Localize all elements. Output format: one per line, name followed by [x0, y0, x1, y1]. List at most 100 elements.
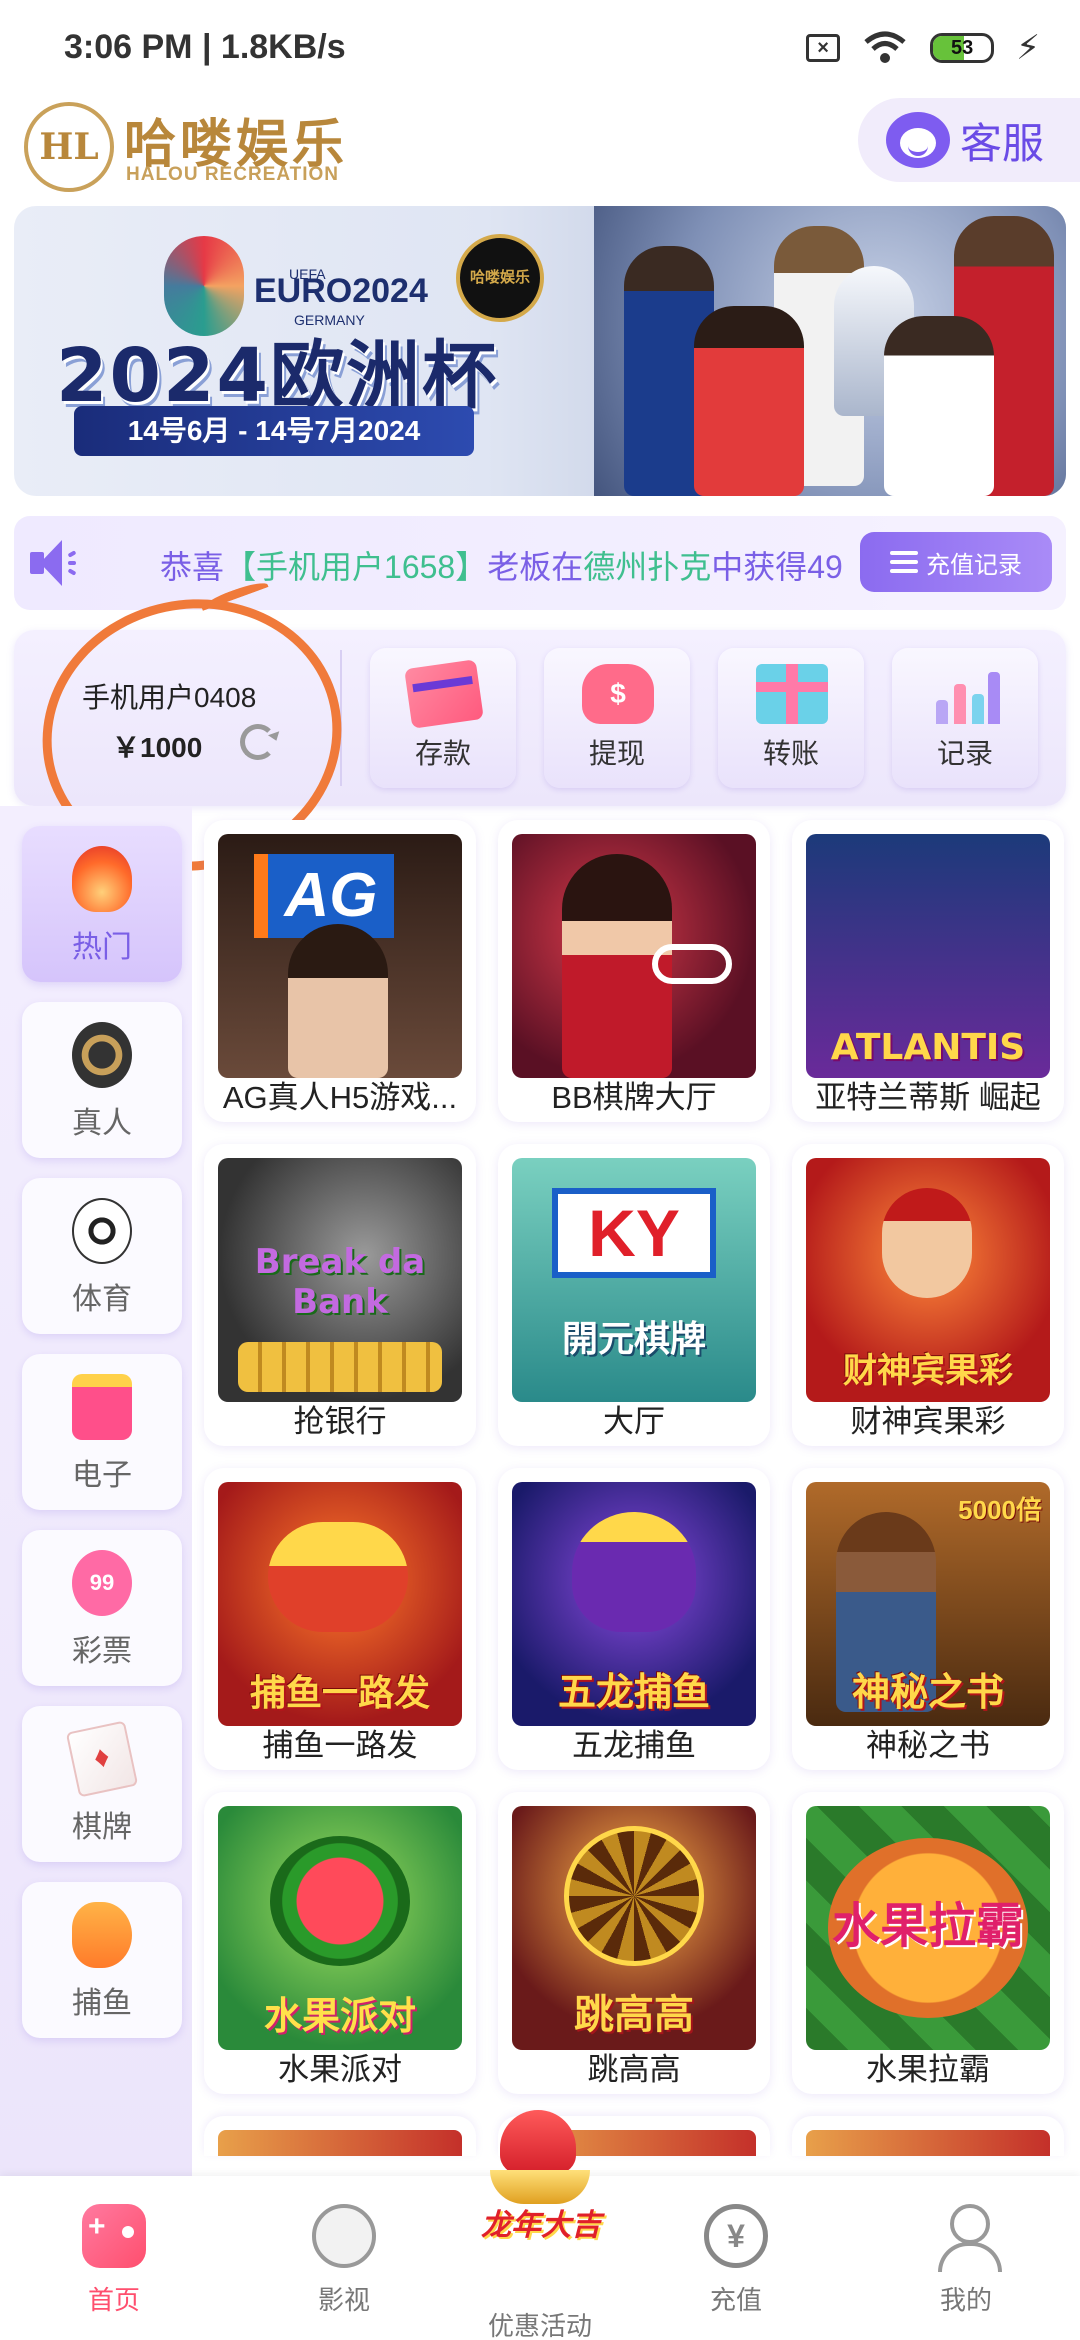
sim-off-icon: ×: [806, 34, 841, 62]
game-card[interactable]: 水果拉霸 水果拉霸: [792, 1792, 1064, 2094]
game-thumbnail: [512, 834, 756, 1078]
category-sidebar: 热门 真人 体育 电子 99 彩票 ♦ 棋牌 捕鱼: [0, 806, 192, 2176]
withdraw-button[interactable]: $ 提现: [544, 648, 690, 788]
category-hot[interactable]: 热门: [22, 826, 182, 982]
euro-brand: EURO2024: [254, 272, 428, 310]
game-thumbnail: 水果派对: [218, 1806, 462, 2050]
game-art-text: 水果拉霸: [831, 1900, 1024, 1953]
game-art-text: 神秘之书: [851, 1670, 1004, 1714]
recharge-record-button[interactable]: 充值记录: [860, 532, 1052, 592]
deposit-label: 存款: [414, 738, 471, 769]
tab-label: 影视: [317, 2285, 370, 2315]
game-card-partial[interactable]: [204, 2116, 476, 2156]
records-button[interactable]: 记录: [892, 648, 1038, 788]
game-card[interactable]: ATLANTIS 亚特兰蒂斯 崛起: [792, 820, 1064, 1122]
tab-label: 首页: [87, 2285, 140, 2315]
tab-label: 我的: [939, 2285, 992, 2315]
game-title: AG真人H5游戏...: [222, 1080, 458, 1115]
game-thumbnail: 财神宾果彩: [806, 1158, 1050, 1402]
game-title: 亚特兰蒂斯 崛起: [815, 1080, 1041, 1115]
game-title: 神秘之书: [866, 1728, 990, 1763]
category-live[interactable]: 真人: [22, 1002, 182, 1158]
tab-home[interactable]: 首页: [6, 2176, 222, 2340]
game-art-text: ATLANTIS: [830, 1027, 1026, 1068]
refresh-icon[interactable]: [240, 724, 276, 760]
category-label: 真人: [72, 1107, 132, 1140]
status-bar: 3:06 PM | 1.8KB/s × 53 ⚡: [0, 0, 1080, 92]
game-card[interactable]: Break da Bank 抢银行: [204, 1144, 476, 1446]
dragon-promo-icon: [500, 2110, 576, 2174]
game-card[interactable]: 跳高高 跳高高: [498, 1792, 770, 2094]
game-title: 五龙捕鱼: [572, 1728, 696, 1763]
tab-profile[interactable]: 我的: [858, 2176, 1074, 2340]
game-thumbnail: 水果拉霸: [806, 1806, 1050, 2050]
casino-chip-icon: [72, 1022, 132, 1088]
game-art-text: 跳高高: [574, 1992, 694, 2038]
game-card[interactable]: AG AG真人H5游戏...: [204, 820, 476, 1122]
game-card[interactable]: 5000倍 神秘之书 神秘之书: [792, 1468, 1064, 1770]
game-title: 抢银行: [293, 1404, 387, 1439]
game-art-text: 開元棋牌: [561, 1319, 706, 1360]
game-art-text: Break da Bank: [254, 1242, 426, 1322]
category-slots[interactable]: 电子: [22, 1354, 182, 1510]
category-cards[interactable]: ♦ 棋牌: [22, 1706, 182, 1862]
transfer-button[interactable]: 转账: [718, 648, 864, 788]
notice-text: 恭喜【手机用户1658】老板在德州扑克中获得49: [160, 549, 843, 585]
game-thumbnail: Break da Bank: [218, 1158, 462, 1402]
game-art-text: 水果派对: [263, 1994, 416, 2038]
app-header: HL 哈喽娱乐 HALOU RECREATION 客服: [0, 92, 1080, 202]
game-title: 大厅: [603, 1404, 665, 1439]
category-lottery[interactable]: 99 彩票: [22, 1530, 182, 1686]
category-label: 热门: [72, 931, 132, 964]
username: 手机用户0408: [82, 682, 257, 713]
speaker-icon: [30, 540, 78, 586]
customer-service-button[interactable]: 客服: [858, 98, 1080, 182]
yen-plus-icon: ¥: [704, 2204, 768, 2268]
game-card[interactable]: BB棋牌大厅: [498, 820, 770, 1122]
soccer-ball-icon: [72, 1198, 132, 1264]
tab-recharge[interactable]: ¥ 充值: [628, 2176, 844, 2340]
game-card[interactable]: 财神宾果彩 财神宾果彩: [792, 1144, 1064, 1446]
status-time: 3:06 PM | 1.8KB/s: [64, 28, 346, 66]
shark-icon: [72, 1902, 132, 1968]
category-sports[interactable]: 体育: [22, 1178, 182, 1334]
game-thumbnail: 跳高高: [512, 1806, 756, 2050]
category-label: 彩票: [72, 1635, 132, 1668]
game-art-text: 捕鱼一路发: [249, 1673, 430, 1714]
game-title: 水果派对: [278, 2052, 402, 2087]
game-title: 捕鱼一路发: [262, 1728, 418, 1763]
battery-icon: 53: [930, 33, 995, 63]
game-thumbnail: ATLANTIS: [806, 834, 1050, 1078]
tab-promotions[interactable]: 龙年大吉: [460, 2110, 620, 2260]
tab-label: 充值: [709, 2285, 762, 2315]
game-title: 跳高高: [587, 2052, 681, 2087]
list-icon: [890, 551, 918, 573]
player-figure: [884, 316, 994, 496]
promo-slogan: 龙年大吉: [481, 2209, 601, 2242]
bar-chart-icon: [930, 664, 1002, 724]
slot-machine-icon: [72, 1374, 132, 1440]
battery-level: 53: [951, 37, 974, 59]
notice-marquee: 恭喜【手机用户1658】老板在德州扑克中获得49 充值记录: [14, 516, 1066, 610]
divider: [340, 650, 342, 786]
lottery-ball-icon: 99: [72, 1550, 132, 1616]
status-icons: × 53 ⚡: [806, 28, 1040, 68]
category-label: 体育: [72, 1283, 132, 1316]
money-bag-icon: $: [582, 664, 654, 724]
category-fishing[interactable]: 捕鱼: [22, 1882, 182, 2038]
game-thumbnail: 5000倍 神秘之书: [806, 1482, 1050, 1726]
tab-video[interactable]: 影视: [236, 2176, 452, 2340]
game-thumbnail: 五龙捕鱼: [512, 1482, 756, 1726]
game-card[interactable]: 五龙捕鱼 五龙捕鱼: [498, 1468, 770, 1770]
game-title: BB棋牌大厅: [551, 1080, 717, 1115]
deposit-button[interactable]: 存款: [370, 648, 516, 788]
game-card[interactable]: 水果派对 水果派对: [204, 1792, 476, 2094]
game-card[interactable]: 捕鱼一路发 捕鱼一路发: [204, 1468, 476, 1770]
game-card[interactable]: KY 開元棋牌 大厅: [498, 1144, 770, 1446]
promo-banner[interactable]: UEFA EURO2024 GERMANY 哈喽娱乐 2024欧洲杯 14号6月…: [14, 206, 1066, 496]
gamepad-icon: [82, 2204, 146, 2268]
brand-seal: 哈喽娱乐: [456, 234, 544, 322]
portrait-icon: [312, 2204, 376, 2268]
game-card-partial[interactable]: [792, 2116, 1064, 2156]
category-label: 棋牌: [72, 1811, 132, 1844]
